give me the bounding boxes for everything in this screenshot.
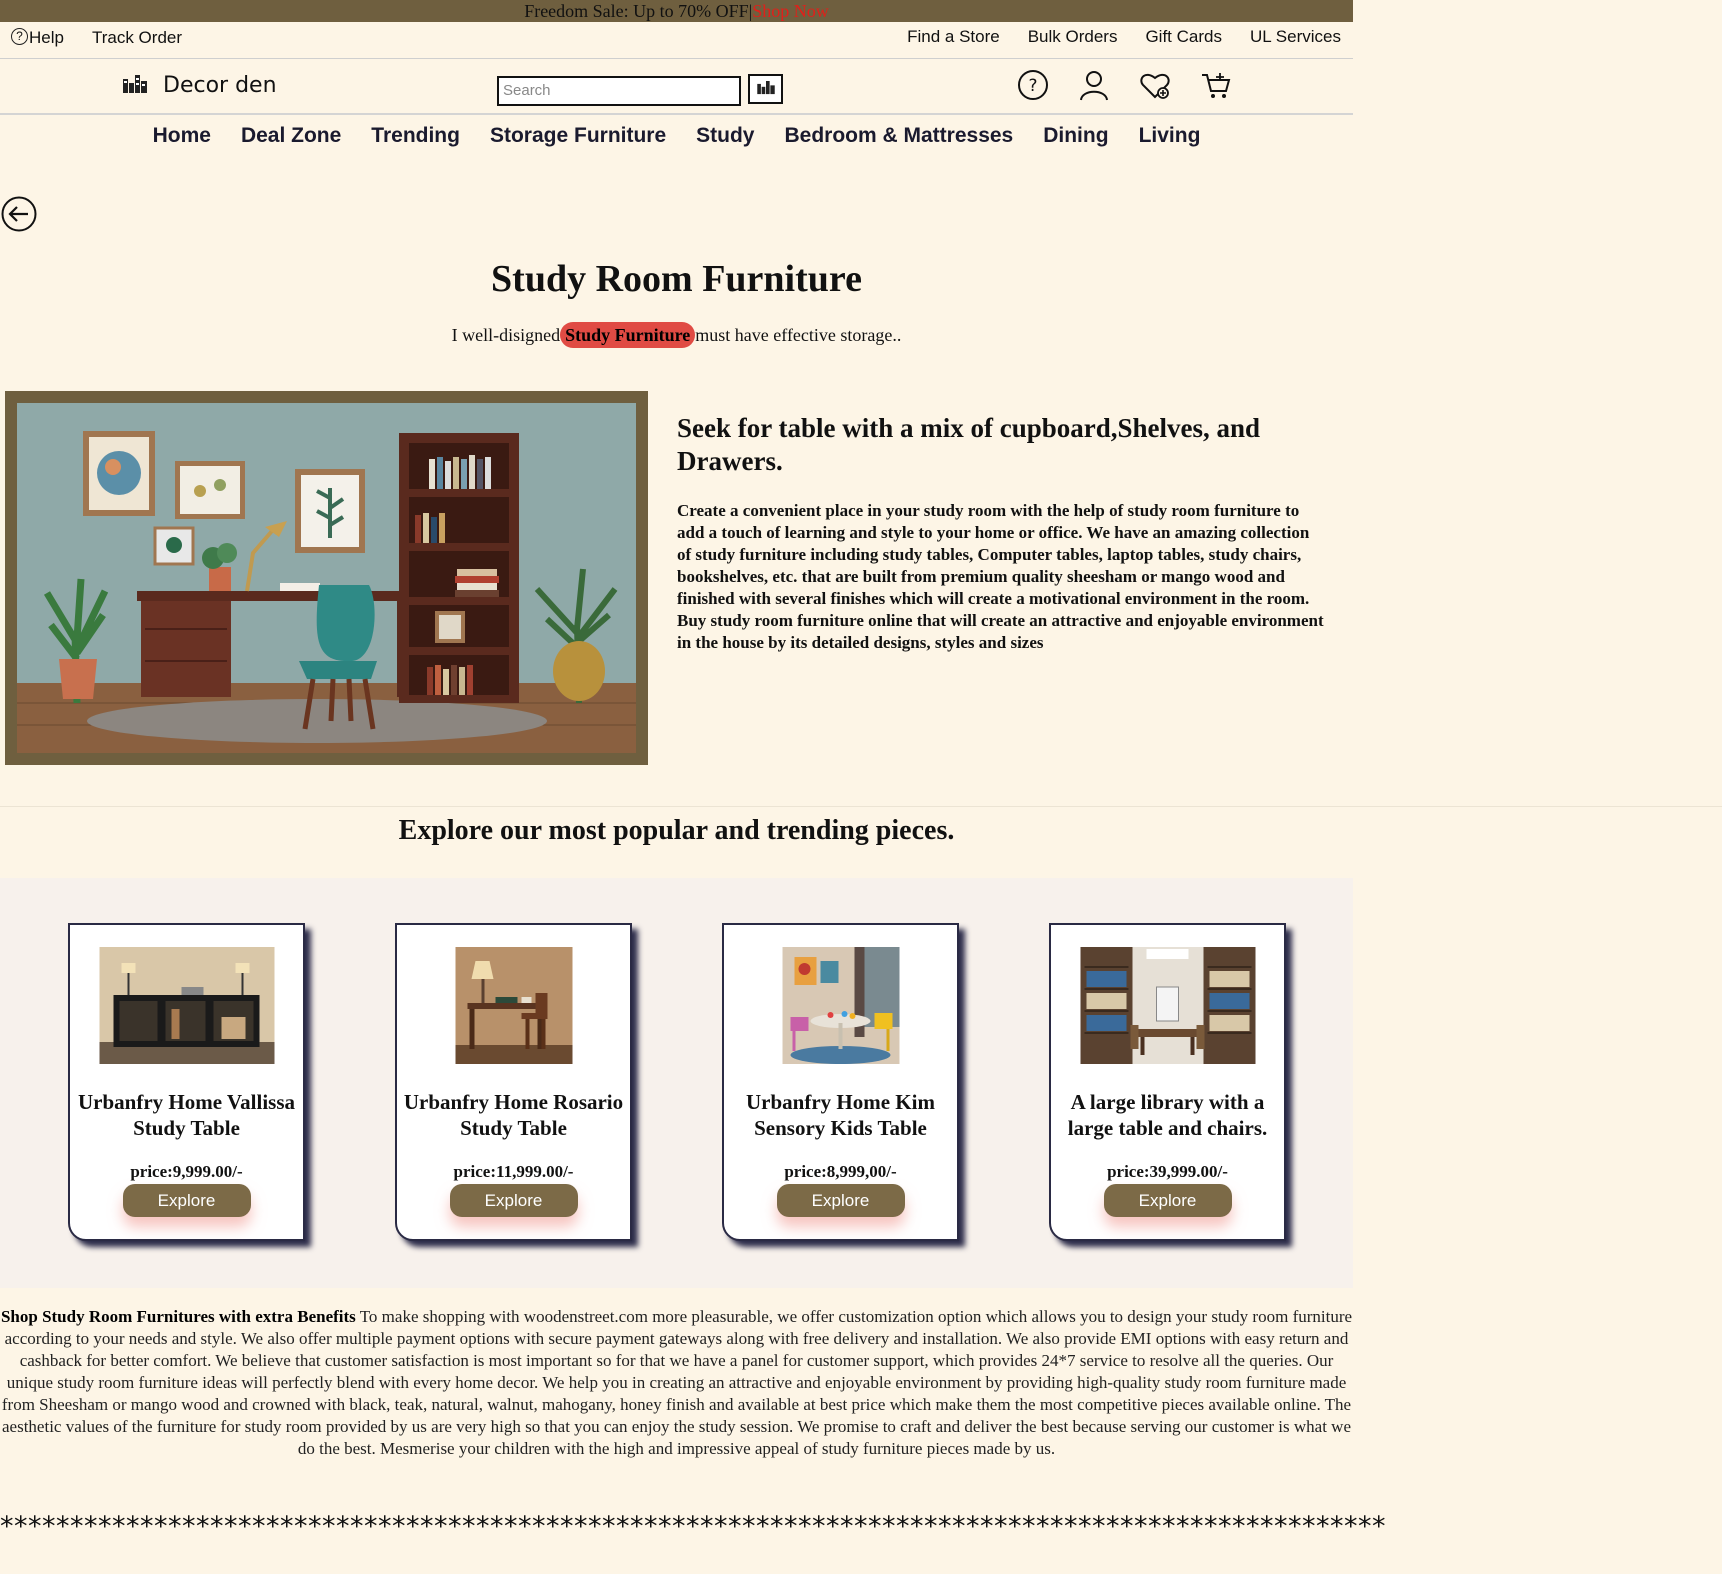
product-name: A large library with a large table and c… bbox=[1067, 1090, 1268, 1140]
svg-text:?: ? bbox=[1028, 76, 1037, 96]
help-icon: ? bbox=[11, 28, 28, 45]
product-image bbox=[782, 947, 899, 1064]
page-subtitle: I well-disigned Study Furniture must have … bbox=[0, 322, 1353, 348]
product-card: Urbanfry Home Kim Sensory Kids Table pri… bbox=[722, 923, 959, 1241]
help-link[interactable]: ? Help bbox=[11, 28, 64, 48]
product-image bbox=[1080, 947, 1255, 1064]
product-price: price:39,999.00/- bbox=[1107, 1162, 1228, 1181]
brand-name: Decor den bbox=[163, 73, 277, 98]
product-name: Urbanfry Home Rosario Study Table bbox=[403, 1090, 624, 1140]
hero-image-frame bbox=[5, 391, 648, 765]
nav-study[interactable]: Study bbox=[696, 124, 754, 148]
bulk-orders-link[interactable]: Bulk Orders bbox=[1028, 27, 1118, 47]
back-arrow-icon[interactable] bbox=[1, 196, 37, 232]
product-card: A large library with a large table and c… bbox=[1049, 923, 1286, 1241]
wishlist-icon[interactable] bbox=[1139, 69, 1171, 101]
sale-banner: Freedom Sale: Up to 70% OFF|Shop Now bbox=[0, 0, 1353, 22]
highlight-badge: Study Furniture bbox=[560, 322, 696, 348]
utility-bar: ? Help Track Order Find a Store Bulk Orde… bbox=[0, 22, 1353, 59]
logo-icon bbox=[123, 74, 147, 93]
hero-heading: Seek for table with a mix of cupboard,Sh… bbox=[677, 413, 1261, 476]
search-button[interactable] bbox=[748, 74, 783, 104]
ul-services-link[interactable]: UL Services bbox=[1250, 27, 1341, 47]
product-image bbox=[455, 947, 572, 1064]
star-divider: ****************************************… bbox=[0, 1511, 1386, 1542]
product-price: price:11,999.00/- bbox=[453, 1162, 574, 1181]
product-name: Urbanfry Home Kim Sensory Kids Table bbox=[746, 1090, 935, 1140]
benefits-lead: Shop Study Room Furnitures with extra Be… bbox=[0, 1307, 356, 1326]
site-header: Decor den Search ? bbox=[0, 60, 1353, 115]
product-image bbox=[99, 947, 274, 1064]
hero-body: Create a convenient place in your study … bbox=[677, 501, 1324, 652]
study-room-image bbox=[17, 403, 636, 753]
page-title: Study Room Furniture bbox=[491, 258, 862, 300]
nav-living[interactable]: Living bbox=[1139, 124, 1201, 148]
track-order-link[interactable]: Track Order bbox=[92, 28, 182, 48]
nav-home[interactable]: Home bbox=[153, 124, 211, 148]
explore-button[interactable]: Explore bbox=[776, 1184, 905, 1217]
main-nav: Home Deal Zone Trending Storage Furnitur… bbox=[0, 124, 1353, 148]
gift-cards-link[interactable]: Gift Cards bbox=[1145, 27, 1222, 47]
nav-dining[interactable]: Dining bbox=[1043, 124, 1108, 148]
nav-storage-furniture[interactable]: Storage Furniture bbox=[490, 124, 666, 148]
explore-section-title: Explore our most popular and trending pi… bbox=[398, 815, 955, 846]
sale-text: Freedom Sale: Up to 70% OFF| bbox=[524, 1, 753, 21]
find-store-link[interactable]: Find a Store bbox=[907, 27, 1000, 47]
nav-bedroom-mattresses[interactable]: Bedroom & Mattresses bbox=[785, 124, 1014, 148]
product-card: Urbanfry Home Rosario Study Table price:… bbox=[395, 923, 632, 1241]
search-input[interactable]: Search bbox=[497, 76, 741, 106]
benefits-paragraph: Shop Study Room Furnitures with extra Be… bbox=[0, 1306, 1353, 1460]
product-name: Urbanfry Home Vallissa Study Table bbox=[77, 1090, 295, 1140]
brand-logo[interactable]: Decor den bbox=[123, 73, 277, 98]
cart-icon[interactable] bbox=[1200, 69, 1232, 101]
nav-deal-zone[interactable]: Deal Zone bbox=[241, 124, 341, 148]
user-icon[interactable] bbox=[1078, 69, 1110, 101]
benefits-body: To make shopping with woodenstreet.com m… bbox=[1, 1307, 1353, 1458]
search-logo-icon bbox=[756, 81, 775, 95]
help-circle-icon[interactable]: ? bbox=[1017, 69, 1049, 101]
product-card: Urbanfry Home Vallissa Study Table price… bbox=[68, 923, 305, 1241]
explore-button[interactable]: Explore bbox=[1103, 1184, 1232, 1217]
shop-now-link[interactable]: Shop Now bbox=[752, 1, 829, 21]
hero-description: Seek for table with a mix of cupboard,Sh… bbox=[677, 412, 1327, 654]
nav-trending[interactable]: Trending bbox=[371, 124, 460, 148]
section-divider bbox=[0, 806, 1722, 807]
explore-button[interactable]: Explore bbox=[122, 1184, 251, 1217]
product-price: price:8,999,00/- bbox=[784, 1162, 897, 1181]
product-price: price:9,999.00/- bbox=[130, 1162, 243, 1181]
explore-button[interactable]: Explore bbox=[449, 1184, 578, 1217]
product-cards-section: Urbanfry Home Vallissa Study Table price… bbox=[0, 878, 1353, 1288]
